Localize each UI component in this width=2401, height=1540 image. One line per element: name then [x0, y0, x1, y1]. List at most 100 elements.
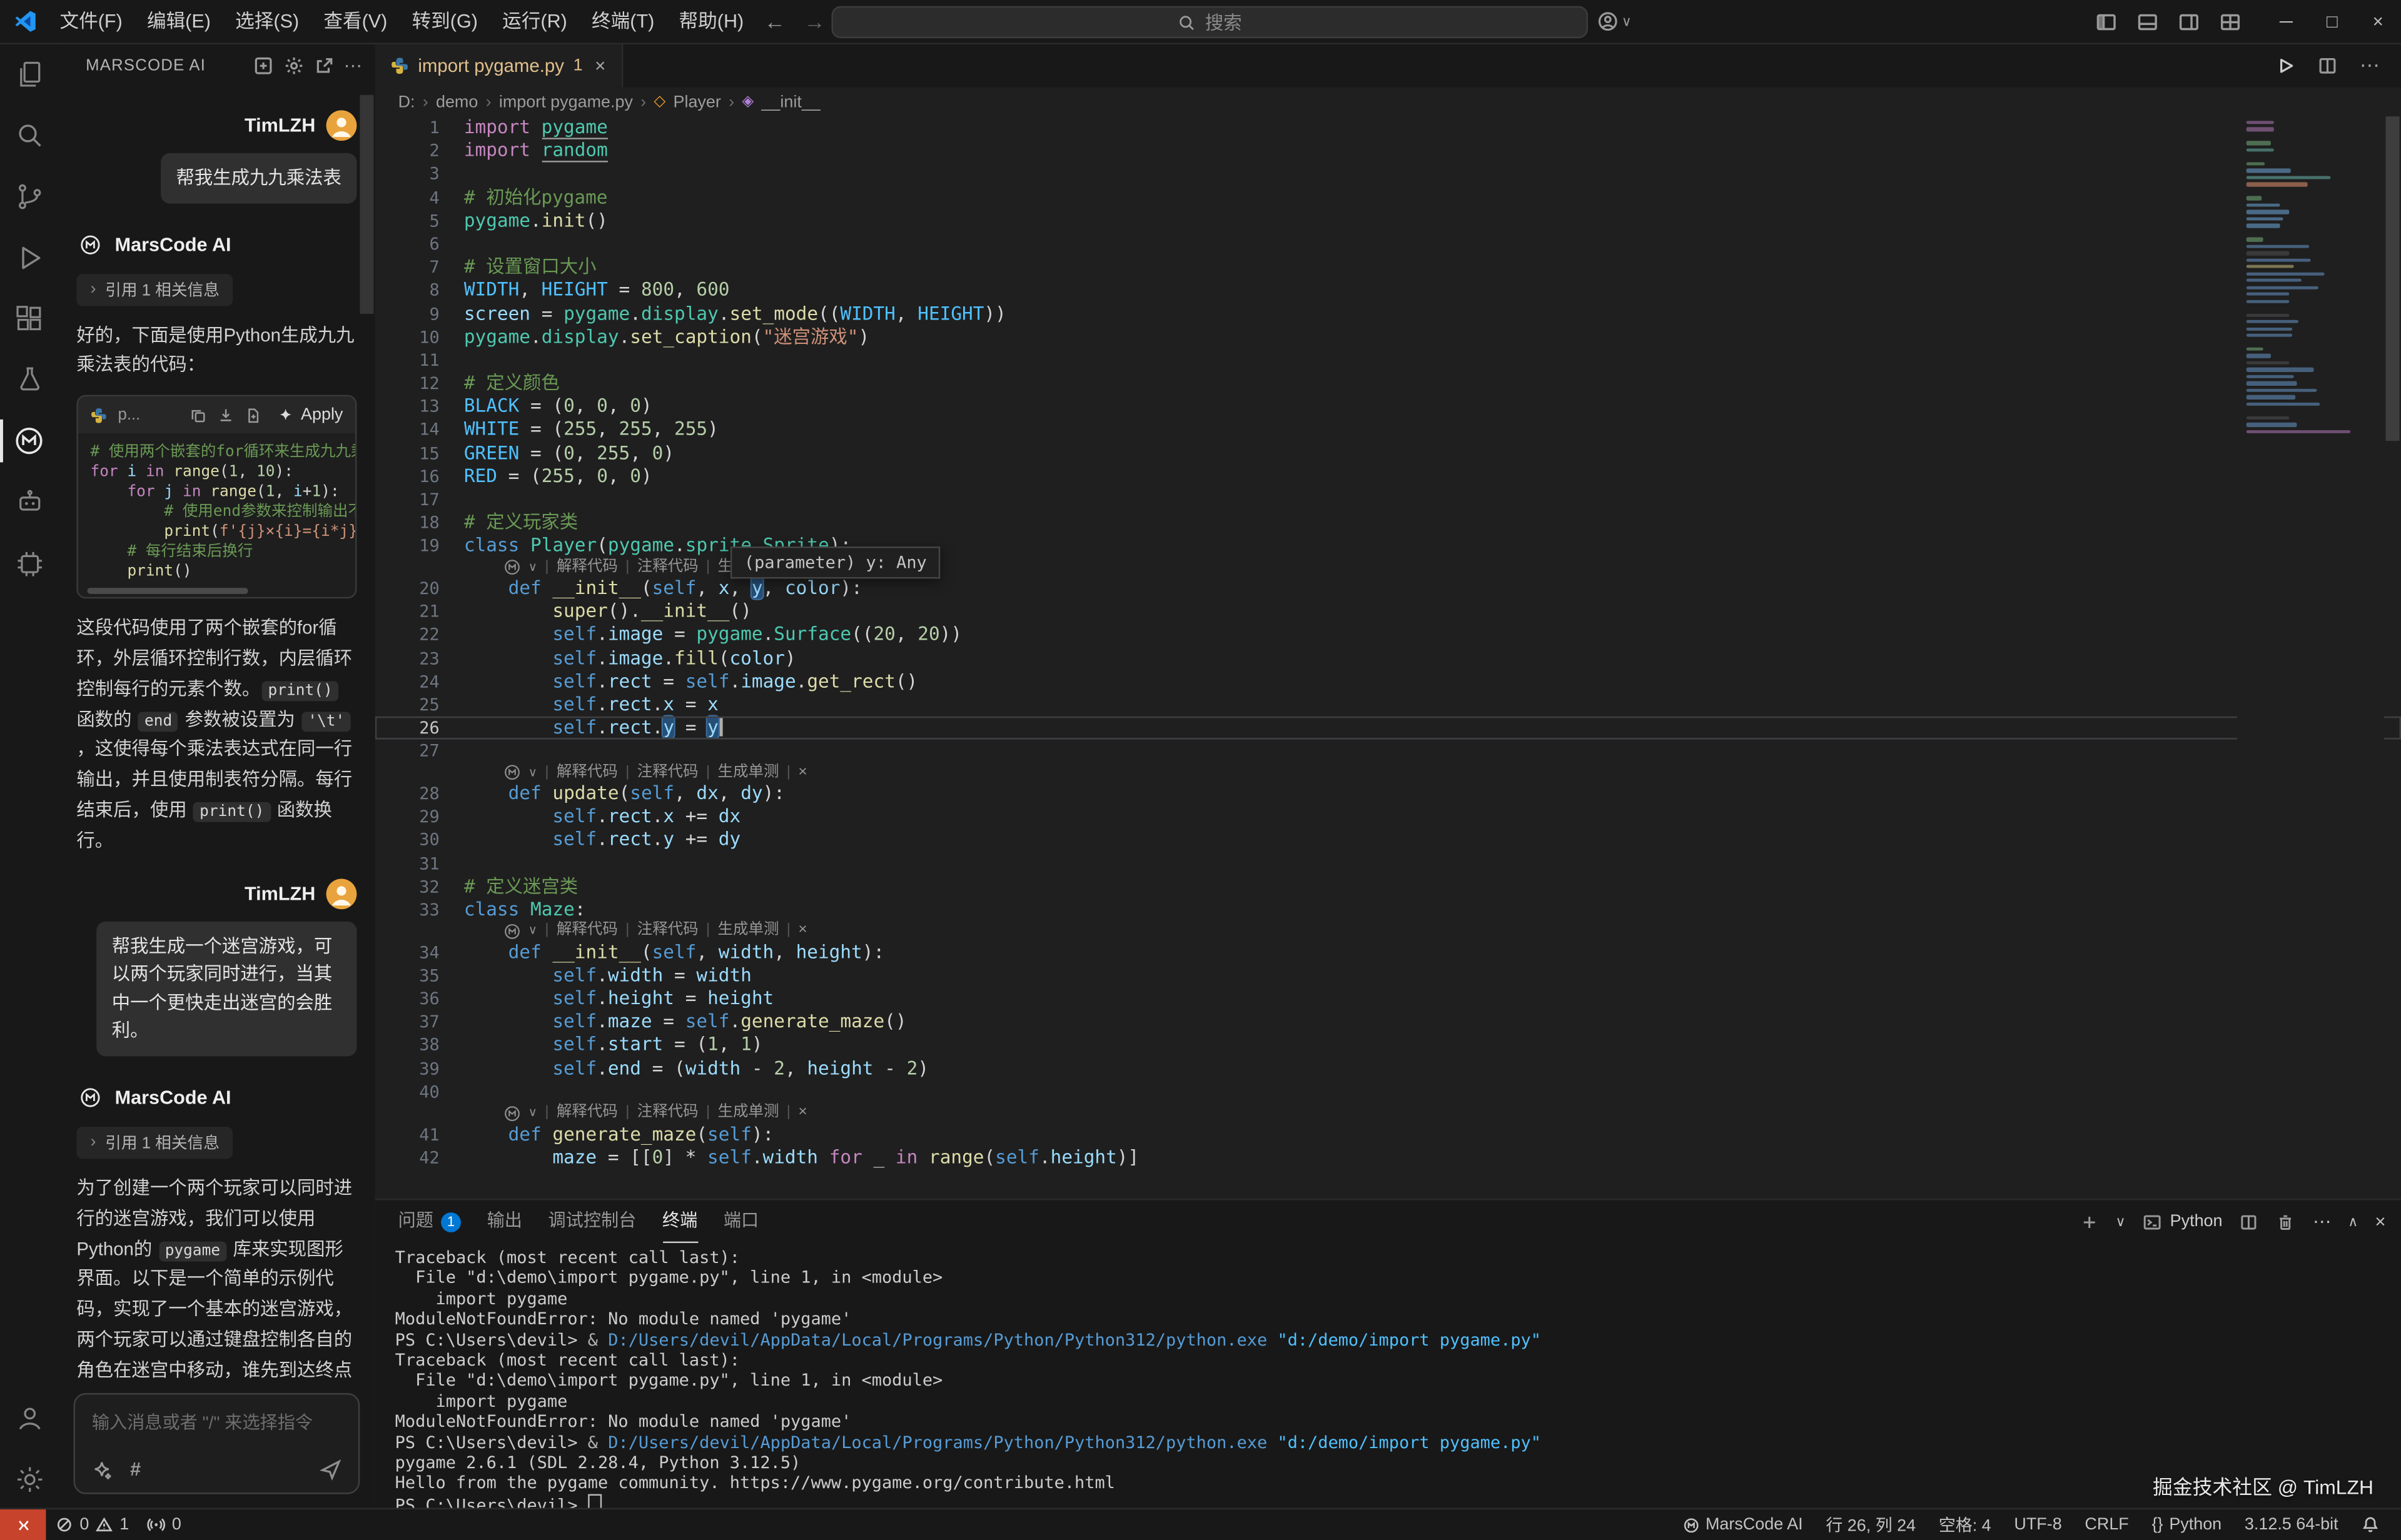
- search-sidebar-icon[interactable]: [0, 104, 58, 165]
- code-line[interactable]: 6: [375, 233, 2401, 256]
- tab-import-pygame[interactable]: import pygame.py 1 ×: [375, 43, 622, 88]
- code-line[interactable]: 30 self.rect.y += dy: [375, 829, 2401, 852]
- minimap[interactable]: [2237, 116, 2384, 1199]
- tab-problems[interactable]: 问题 1: [398, 1202, 461, 1242]
- command-center-search[interactable]: 搜索: [831, 6, 1587, 38]
- menu-go[interactable]: 转到(G): [400, 0, 490, 43]
- chat-input[interactable]: 输入消息或者 "/" 来选择指令 #: [74, 1393, 360, 1494]
- encoding[interactable]: UTF-8: [2005, 1516, 2071, 1534]
- terminal-output[interactable]: Traceback (most recent call last): File …: [375, 1243, 2401, 1509]
- chevron-down-icon[interactable]: ∨: [528, 558, 537, 578]
- context-hash-icon[interactable]: #: [130, 1459, 141, 1480]
- python-interpreter[interactable]: 3.12.5 64-bit: [2235, 1516, 2347, 1534]
- marscode-status[interactable]: MarsCode AI: [1674, 1516, 1812, 1534]
- inline-actions-row[interactable]: ∨|解释代码|注释代码|生成单测|×: [375, 922, 2401, 941]
- settings-gear-icon[interactable]: [0, 1448, 58, 1509]
- code-line[interactable]: 4# 初始化pygame: [375, 186, 2401, 209]
- code-line[interactable]: 2import random: [375, 139, 2401, 163]
- eol-sequence[interactable]: CRLF: [2076, 1516, 2138, 1534]
- explorer-icon[interactable]: [0, 43, 58, 104]
- code-action-2[interactable]: 注释代码: [637, 1104, 699, 1123]
- tab-terminal[interactable]: 终端: [662, 1201, 697, 1242]
- code-action-2[interactable]: 注释代码: [637, 922, 699, 941]
- run-file-icon[interactable]: [2274, 54, 2295, 76]
- more-actions-icon[interactable]: ⋯: [344, 55, 363, 76]
- code-line[interactable]: 18# 定义玩家类: [375, 511, 2401, 535]
- code-action-1[interactable]: 解释代码: [557, 1104, 618, 1123]
- menu-help[interactable]: 帮助(H): [667, 0, 756, 43]
- chat-settings-gear-icon[interactable]: [283, 55, 304, 76]
- toggle-secondary-sidebar-icon[interactable]: [2178, 10, 2201, 33]
- share-icon[interactable]: [313, 55, 335, 76]
- code-area[interactable]: 1import pygame2import random34# 初始化pygam…: [375, 116, 2401, 1199]
- code-line[interactable]: 17: [375, 488, 2401, 511]
- code-action-2[interactable]: 注释代码: [637, 558, 699, 578]
- insert-icon[interactable]: [218, 406, 235, 423]
- code-line[interactable]: 29 self.rect.x += dx: [375, 805, 2401, 828]
- code-line[interactable]: 26 self.rect.y = y: [375, 717, 2401, 740]
- code-line[interactable]: 21 super().__init__(): [375, 600, 2401, 623]
- code-line[interactable]: 33class Maze:: [375, 898, 2401, 922]
- close-icon[interactable]: ×: [798, 763, 807, 783]
- extensions-icon[interactable]: [0, 288, 58, 349]
- code-line[interactable]: 19class Player(pygame.sprite.Sprite):: [375, 535, 2401, 558]
- ai-agent-icon[interactable]: [0, 471, 58, 533]
- nav-back-icon[interactable]: ←: [764, 9, 786, 34]
- reference-toggle[interactable]: ›引用 1 相关信息: [76, 273, 233, 305]
- code-line[interactable]: 9screen = pygame.display.set_mode((WIDTH…: [375, 303, 2401, 326]
- code-line[interactable]: 23 self.image.fill(color): [375, 647, 2401, 670]
- breadcrumb-file[interactable]: import pygame.py: [499, 93, 633, 111]
- menu-run[interactable]: 运行(R): [490, 0, 580, 43]
- chat-history[interactable]: TimLZH帮我生成九九乘法表MarsCode AI›引用 1 相关信息好的，下…: [58, 89, 375, 1381]
- code-line[interactable]: 1import pygame: [375, 116, 2401, 139]
- testing-icon[interactable]: [0, 349, 58, 410]
- tab-debug-console[interactable]: 调试控制台: [548, 1202, 637, 1242]
- assistant-menu[interactable]: ∨: [1597, 0, 1632, 43]
- code-line[interactable]: 3: [375, 163, 2401, 186]
- code-action-1[interactable]: 解释代码: [557, 558, 618, 578]
- insert-into-file-icon[interactable]: [246, 406, 263, 423]
- indentation[interactable]: 空格: 4: [1929, 1512, 2000, 1537]
- code-line[interactable]: 38 self.start = (1, 1): [375, 1034, 2401, 1057]
- code-line[interactable]: 39 self.end = (width - 2, height - 2): [375, 1057, 2401, 1080]
- inline-actions-row[interactable]: ∨|解释代码|注释代码|生成单测|×: [375, 763, 2401, 783]
- nav-forward-icon[interactable]: →: [804, 9, 825, 34]
- tab-output[interactable]: 输出: [487, 1202, 522, 1242]
- source-control-icon[interactable]: [0, 165, 58, 226]
- marscode-ai-icon[interactable]: [0, 410, 58, 471]
- code-line[interactable]: 24 self.rect = self.image.get_rect(): [375, 670, 2401, 693]
- chevron-down-icon[interactable]: ∨: [528, 1104, 537, 1123]
- code-line[interactable]: 34 def __init__(self, width, height):: [375, 941, 2401, 964]
- code-action-3[interactable]: 生成单测: [718, 922, 779, 941]
- menu-view[interactable]: 查看(V): [311, 0, 400, 43]
- code-line[interactable]: 37 self.maze = self.generate_maze(): [375, 1011, 2401, 1034]
- terminal-tab-python[interactable]: Python: [2143, 1212, 2223, 1232]
- editor-more-actions-icon[interactable]: ⋯: [2360, 53, 2380, 77]
- code-line[interactable]: 36 self.height = height: [375, 987, 2401, 1010]
- inline-actions-row[interactable]: ∨|解释代码|注释代码|生成单测|×: [375, 558, 2401, 578]
- code-line[interactable]: 22 self.image = pygame.Surface((20, 20)): [375, 624, 2401, 647]
- toggle-panel-icon[interactable]: [2136, 10, 2159, 33]
- bell-icon[interactable]: [2352, 1516, 2389, 1534]
- code-line[interactable]: 5pygame.init(): [375, 209, 2401, 233]
- code-action-3[interactable]: 生成单测: [718, 763, 779, 783]
- code-line[interactable]: 42 maze = [[0] * self.width for _ in ran…: [375, 1146, 2401, 1169]
- minimize-button[interactable]: ─: [2263, 0, 2309, 43]
- apply-button[interactable]: Apply: [278, 406, 343, 424]
- code-line[interactable]: 12# 定义颜色: [375, 372, 2401, 395]
- breadcrumb-folder[interactable]: demo: [436, 93, 478, 111]
- code-line[interactable]: 32# 定义迷宫类: [375, 875, 2401, 898]
- code-line[interactable]: 41 def generate_maze(self):: [375, 1123, 2401, 1146]
- tab-ports[interactable]: 端口: [724, 1202, 759, 1242]
- code-line[interactable]: 11: [375, 349, 2401, 372]
- send-icon[interactable]: [320, 1459, 341, 1480]
- close-tab-icon[interactable]: ×: [595, 55, 605, 76]
- terminal-profile-chevron-icon[interactable]: ∨: [2116, 1213, 2126, 1230]
- horizontal-scrollbar[interactable]: [78, 585, 355, 598]
- code-line[interactable]: 8WIDTH, HEIGHT = 800, 600: [375, 279, 2401, 302]
- code-line[interactable]: 10pygame.display.set_caption("迷宫游戏"): [375, 326, 2401, 349]
- menu-edit[interactable]: 编辑(E): [134, 0, 223, 43]
- code-line[interactable]: 13BLACK = (0, 0, 0): [375, 395, 2401, 418]
- toolbox-icon[interactable]: [0, 533, 58, 594]
- code-line[interactable]: 15GREEN = (0, 255, 0): [375, 442, 2401, 465]
